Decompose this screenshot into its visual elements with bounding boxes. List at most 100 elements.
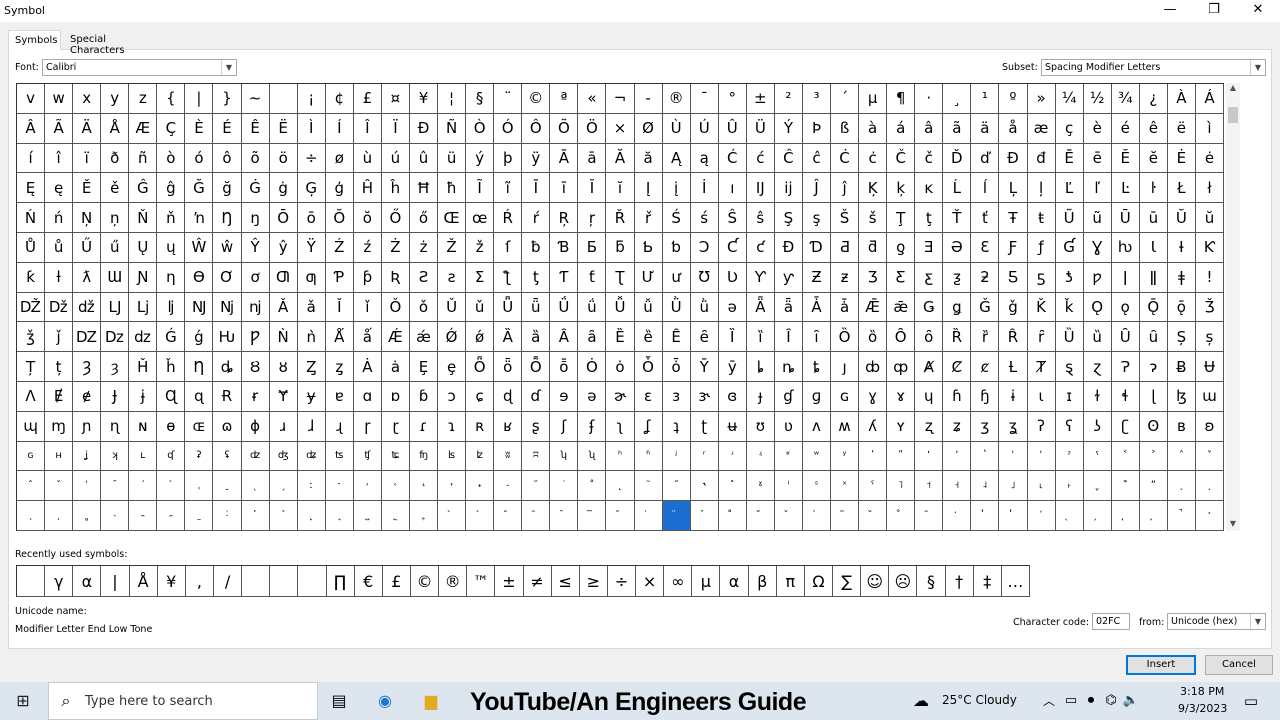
recent-symbol-cell[interactable]: ∞ [664, 566, 693, 597]
symbol-cell[interactable]: Ģ [297, 173, 326, 204]
symbol-cell[interactable]: ɂ [1139, 352, 1168, 382]
subset-dropdown[interactable]: Spacing Modifier Letters ▼ [1041, 59, 1266, 76]
symbol-cell[interactable]: ¯ [690, 84, 719, 114]
symbol-cell[interactable]: ā [578, 143, 607, 174]
symbol-cell[interactable]: ¢ [325, 84, 354, 114]
symbol-cell[interactable]: ʠ [157, 441, 186, 472]
symbol-cell[interactable]: ʘ [1139, 411, 1168, 442]
symbol-cell[interactable]: ǅ [45, 292, 74, 323]
symbol-cell[interactable]: ˬ [1083, 471, 1112, 502]
symbol-cell[interactable]: Ŏ [325, 203, 354, 233]
symbol-cell[interactable]: ɥ [915, 381, 944, 412]
symbol-cell[interactable]: ɓ [409, 381, 439, 412]
symbol-cell[interactable]: ̛ [1195, 501, 1224, 531]
font-dropdown[interactable]: Calibri ▼ [42, 59, 237, 76]
symbol-cell[interactable]: ˸ [213, 501, 242, 531]
symbol-cell[interactable]: ɦ [943, 381, 972, 412]
symbol-cell[interactable]: Ɓ [550, 232, 579, 263]
symbol-cell[interactable]: ɧ [971, 381, 1000, 412]
symbol-cell[interactable]: ° [718, 84, 747, 114]
symbol-cell[interactable]: ɻ [325, 411, 354, 442]
symbol-cell[interactable]: Ǯ [1195, 292, 1224, 323]
symbol-cell[interactable]: Ǝ [915, 232, 944, 263]
symbol-cell[interactable]: Ż [381, 232, 410, 263]
symbol-cell[interactable]: Ú [690, 113, 719, 144]
symbol-cell[interactable]: Ɨ [1167, 232, 1196, 263]
file-explorer-icon[interactable]: ▆ [420, 690, 442, 712]
volume-icon[interactable]: 🔈 [1120, 690, 1142, 712]
symbol-cell[interactable]: ƅ [662, 232, 691, 263]
symbol-cell[interactable]: Ȣ [241, 352, 270, 382]
symbol-cell[interactable]: ŋ [241, 203, 270, 233]
symbol-cell[interactable]: Ʒ [859, 262, 888, 293]
symbol-cell[interactable]: ɺ [297, 411, 326, 442]
symbol-cell[interactable]: Ā [550, 143, 579, 174]
windows-start-icon[interactable]: ⊞ [12, 690, 34, 712]
symbol-cell[interactable]: Ȫ [466, 352, 495, 382]
symbol-cell[interactable]: ʍ [831, 411, 860, 442]
symbol-cell[interactable]: ɛ [634, 381, 663, 412]
symbol-cell[interactable]: ì [1195, 113, 1224, 144]
symbol-cell[interactable]: ȴ [746, 352, 775, 382]
symbol-cell[interactable]: Ʉ [1195, 352, 1224, 382]
symbol-cell[interactable]: ´ [831, 84, 860, 114]
symbol-cell[interactable]: Ô [522, 113, 551, 144]
symbol-cell[interactable]: ʦ [325, 441, 354, 472]
symbol-cell[interactable]: ĳ [774, 173, 803, 204]
symbol-cell[interactable]: Ș [1167, 322, 1196, 353]
symbol-cell[interactable]: ť [971, 203, 1000, 233]
symbol-cell[interactable]: Ə [943, 232, 972, 263]
symbol-cell[interactable]: ʓ [999, 411, 1028, 442]
symbol-cell[interactable]: Ě [73, 173, 102, 204]
symbol-cell[interactable]: ² [774, 84, 803, 114]
symbol-cell[interactable]: Ŕ [494, 203, 523, 233]
symbol-cell[interactable]: ë [1167, 113, 1196, 144]
symbol-cell[interactable]: ɋ [185, 381, 214, 412]
symbol-cell[interactable]: ĕ [1139, 143, 1168, 174]
symbol-cell[interactable]: ȩ [438, 352, 467, 382]
symbol-cell[interactable]: Ɋ [157, 381, 186, 412]
symbol-cell[interactable]: ǥ [943, 292, 972, 323]
symbol-cell[interactable]: à [859, 113, 888, 144]
symbol-cell[interactable]: Ń [17, 203, 46, 233]
symbol-cell[interactable]: Ƿ [241, 322, 270, 353]
symbol-cell[interactable]: ʌ [802, 411, 832, 442]
symbol-cell[interactable]: ˟ [718, 471, 747, 502]
symbol-cell[interactable]: ʚ [1195, 411, 1224, 442]
symbol-cell[interactable]: v [17, 84, 46, 114]
symbol-cell[interactable]: ȟ [157, 352, 186, 382]
symbol-cell[interactable]: ǿ [466, 322, 495, 353]
symbol-cell[interactable]: ș [1195, 322, 1224, 353]
symbol-cell[interactable]: ź [353, 232, 382, 263]
symbol-cell[interactable]: ː [297, 471, 326, 502]
symbol-cell[interactable]: ƶ [831, 262, 860, 293]
symbol-cell[interactable]: â [915, 113, 944, 144]
symbol-cell[interactable]: Ȧ [353, 352, 382, 382]
weather-icon[interactable]: ☁ [910, 690, 932, 712]
symbol-cell[interactable]: ÷ [297, 143, 326, 174]
symbol-cell[interactable]: ǌ [241, 292, 270, 323]
symbol-cell[interactable]: ˞ [690, 471, 719, 502]
symbol-cell[interactable]: ď [971, 143, 1000, 174]
symbol-cell[interactable]: Ö [578, 113, 607, 144]
symbol-cell[interactable]: ƙ [17, 262, 46, 293]
symbol-cell[interactable]: ɸ [241, 411, 270, 442]
symbol-cell[interactable]: Ȇ [662, 322, 691, 353]
symbol-cell[interactable]: ˀ [1055, 441, 1084, 472]
symbol-cell[interactable]: ĉ [802, 143, 832, 174]
symbol-cell[interactable]: ˴ [101, 501, 130, 531]
symbol-cell[interactable]: Ȏ [887, 322, 916, 353]
symbol-cell[interactable]: Ǖ [494, 292, 523, 323]
symbol-cell[interactable]: ǝ [718, 292, 747, 323]
symbol-cell[interactable]: Ɏ [269, 381, 298, 412]
scroll-thumb[interactable] [1228, 107, 1238, 123]
symbol-cell[interactable]: ʟ [129, 441, 158, 472]
symbol-cell[interactable]: ̌ [774, 501, 803, 531]
symbol-cell[interactable]: ˎ [241, 471, 270, 502]
symbol-cell[interactable]: ʃ [550, 411, 579, 442]
symbol-cell[interactable]: ̘ [1111, 501, 1140, 531]
symbol-cell[interactable]: ˤ [859, 471, 888, 502]
symbol-cell[interactable]: ʵ [746, 441, 775, 472]
symbol-cell[interactable]: Ǐ [325, 292, 354, 323]
symbol-cell[interactable]: Ɵ [185, 262, 214, 293]
